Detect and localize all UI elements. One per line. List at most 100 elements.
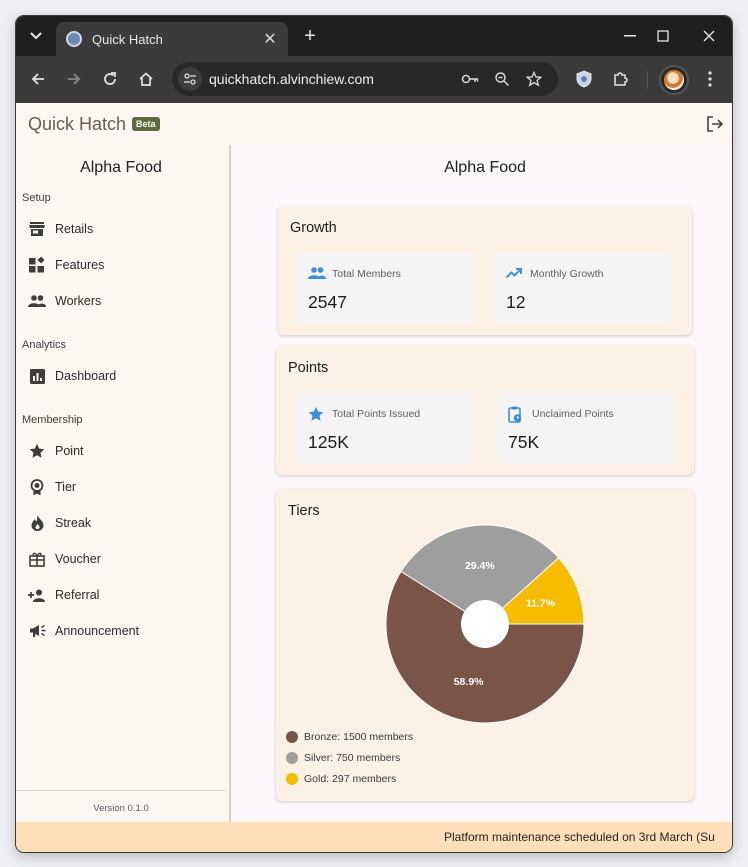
- analytics-icon: [28, 367, 46, 385]
- browser-window: Quick Hatch ✕ + quickhatch.alvinchiew.co…: [16, 16, 732, 852]
- profile-picture-icon: [664, 70, 684, 90]
- sidebar-item-label: Features: [55, 258, 105, 272]
- badge-icon: [28, 478, 46, 496]
- stat-label: Monthly Growth: [530, 268, 604, 280]
- people-icon: [28, 292, 46, 310]
- toolbar-separator: [647, 71, 648, 89]
- unclaimed-points-stat: Unclaimed Points 75K: [496, 392, 674, 464]
- sidebar-item-features[interactable]: Features: [28, 251, 218, 279]
- tab-strip: Quick Hatch ✕ +: [16, 16, 732, 56]
- reload-icon[interactable]: [98, 67, 122, 91]
- browser-tab[interactable]: Quick Hatch ✕: [56, 22, 288, 56]
- zoom-icon[interactable]: [490, 67, 514, 91]
- logout-icon[interactable]: [706, 115, 724, 133]
- fire-icon: [28, 514, 46, 532]
- password-key-icon[interactable]: [458, 67, 482, 91]
- legend-label: Bronze: 1500 members: [304, 731, 414, 743]
- bookmark-star-icon[interactable]: [522, 67, 546, 91]
- sidebar-item-voucher[interactable]: Voucher: [28, 545, 218, 573]
- forward-arrow-icon[interactable]: [62, 67, 86, 91]
- pie-label-bronze: 58.9%: [454, 676, 484, 688]
- legend-swatch: [286, 773, 298, 785]
- legend-swatch: [286, 752, 298, 764]
- widgets-icon: [28, 256, 46, 274]
- url-text: quickhatch.alvinchiew.com: [209, 71, 374, 87]
- trending-up-icon: [505, 266, 522, 282]
- total-points-stat: Total Points Issued 125K: [296, 392, 474, 464]
- main-content: Alpha Food Growth Total Members 2547 Mon…: [233, 145, 732, 822]
- maximize-icon[interactable]: [651, 24, 675, 48]
- sidebar-item-dashboard[interactable]: Dashboard: [28, 362, 218, 390]
- browser-menu-icon[interactable]: [698, 67, 722, 91]
- store-icon: [28, 220, 46, 238]
- sidebar-item-announcement[interactable]: Announcement: [28, 617, 218, 645]
- growth-card: Growth Total Members 2547 Monthly Growth…: [278, 206, 692, 335]
- clipboard-clock-icon: [508, 406, 524, 423]
- sidebar-section-setup: Setup: [22, 192, 51, 204]
- pie-label-silver: 29.4%: [465, 560, 495, 572]
- donut-hole: [461, 600, 509, 648]
- sidebar-item-retails[interactable]: Retails: [28, 215, 218, 243]
- home-icon[interactable]: [134, 67, 158, 91]
- sidebar: Alpha Food Setup Retails Features Worker…: [16, 145, 231, 822]
- profile-avatar[interactable]: [659, 65, 689, 95]
- new-tab-icon[interactable]: +: [298, 24, 322, 48]
- monthly-growth-stat: Monthly Growth 12: [494, 252, 672, 324]
- sidebar-item-label: Retails: [55, 222, 94, 236]
- sidebar-item-label: Dashboard: [55, 369, 117, 383]
- site-settings-icon[interactable]: [178, 67, 202, 91]
- sidebar-item-label: Point: [55, 444, 84, 458]
- sidebar-item-workers[interactable]: Workers: [28, 287, 218, 315]
- legend-item-silver: Silver: 750 members: [286, 752, 400, 764]
- sidebar-item-referral[interactable]: Referral: [28, 581, 218, 609]
- growth-card-title: Growth: [290, 220, 337, 236]
- minimize-icon[interactable]: [618, 24, 642, 48]
- pie-label-gold: 11.7%: [526, 598, 556, 610]
- person-add-icon: [28, 586, 46, 604]
- tab-close-icon[interactable]: ✕: [262, 29, 278, 49]
- close-window-icon[interactable]: [697, 24, 721, 48]
- tiers-card: Tiers 11.7% 29.4% 58.9% Bronze: 1500 membe…: [276, 489, 694, 801]
- maintenance-banner: Platform maintenance scheduled on 3rd Ma…: [16, 822, 732, 852]
- group-icon: [308, 266, 326, 282]
- sidebar-item-label: Voucher: [55, 552, 101, 566]
- app-version: Version 0.1.0: [93, 803, 149, 814]
- sidebar-item-label: Announcement: [55, 624, 140, 638]
- app-brand[interactable]: Quick Hatch: [28, 114, 126, 135]
- star-icon: [308, 406, 324, 422]
- points-card: Points Total Points Issued 125K Unclaime…: [276, 346, 694, 475]
- sidebar-item-label: Workers: [55, 294, 102, 308]
- stat-label: Total Members: [332, 268, 401, 280]
- stat-value: 75K: [508, 432, 540, 452]
- browser-toolbar: quickhatch.alvinchiew.com: [16, 56, 732, 103]
- gift-icon: [28, 550, 46, 568]
- stat-label: Total Points Issued: [332, 408, 421, 420]
- app-header: Quick Hatch Beta: [16, 103, 732, 145]
- tab-search-icon[interactable]: [24, 24, 48, 48]
- legend-item-gold: Gold: 297 members: [286, 773, 396, 785]
- sidebar-section-membership: Membership: [22, 414, 83, 426]
- sidebar-item-label: Referral: [55, 588, 100, 602]
- stat-label: Unclaimed Points: [532, 408, 614, 420]
- tiers-donut-chart: 11.7% 29.4% 58.9%: [385, 524, 585, 724]
- extensions-puzzle-icon[interactable]: [608, 67, 632, 91]
- star-icon: [28, 442, 46, 460]
- stat-value: 2547: [308, 292, 347, 312]
- campaign-icon: [28, 622, 46, 640]
- sidebar-item-point[interactable]: Point: [28, 437, 218, 465]
- total-members-stat: Total Members 2547: [296, 252, 474, 324]
- legend-label: Silver: 750 members: [304, 752, 401, 764]
- stat-value: 125K: [308, 432, 349, 452]
- site-favicon-icon: [66, 31, 82, 47]
- address-bar[interactable]: quickhatch.alvinchiew.com: [172, 62, 558, 96]
- page-title: Alpha Food: [444, 159, 526, 176]
- back-arrow-icon[interactable]: [26, 67, 50, 91]
- beta-badge: Beta: [132, 117, 160, 131]
- sidebar-item-label: Streak: [55, 516, 92, 530]
- sidebar-item-tier[interactable]: Tier: [28, 473, 218, 501]
- sidebar-divider: [16, 790, 226, 791]
- legend-item-bronze: Bronze: 1500 members: [286, 731, 413, 743]
- sidebar-item-label: Tier: [55, 480, 77, 494]
- shield-extension-icon[interactable]: [572, 67, 596, 91]
- sidebar-item-streak[interactable]: Streak: [28, 509, 218, 537]
